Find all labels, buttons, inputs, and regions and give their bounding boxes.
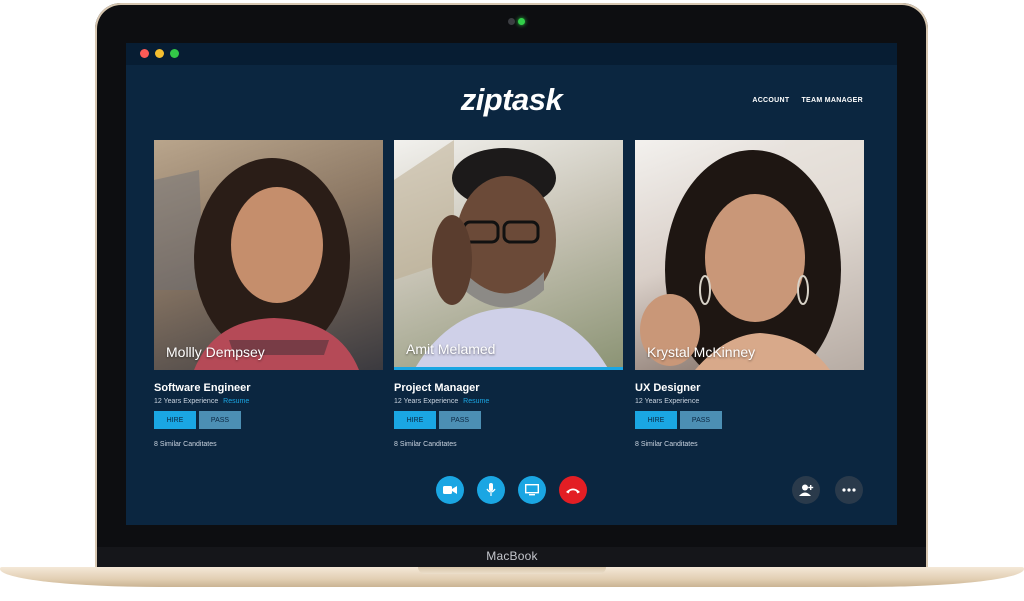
screen-share-icon bbox=[525, 484, 539, 496]
candidate-video[interactable]: Mollly Dempsey bbox=[154, 140, 383, 370]
candidate-card: Amit Melamed Project Manager 12 Years Ex… bbox=[394, 140, 623, 448]
candidate-role: Software Engineer bbox=[154, 382, 251, 394]
hire-button[interactable]: HIRE bbox=[635, 411, 677, 429]
resume-link[interactable]: Resume bbox=[463, 398, 489, 405]
candidate-video[interactable]: Krystal McKinney bbox=[635, 140, 864, 370]
add-participant-button[interactable] bbox=[792, 476, 820, 504]
webcam-indicator bbox=[518, 18, 525, 25]
window-close-button[interactable] bbox=[140, 49, 149, 58]
microphone-toggle-button[interactable] bbox=[477, 476, 505, 504]
candidate-role: UX Designer bbox=[635, 382, 701, 394]
video-toggle-button[interactable] bbox=[436, 476, 464, 504]
candidate-card: Krystal McKinney UX Designer 12 Years Ex… bbox=[635, 140, 864, 448]
candidate-experience: 12 Years Experience bbox=[635, 398, 700, 405]
similar-candidates-link[interactable]: 8 Similar Canditates bbox=[635, 441, 864, 448]
candidate-role: Project Manager bbox=[394, 382, 480, 394]
end-call-icon bbox=[566, 488, 580, 494]
webcam bbox=[508, 18, 515, 25]
candidate-video[interactable]: Amit Melamed bbox=[394, 140, 623, 370]
resume-link[interactable]: Resume bbox=[223, 398, 249, 405]
screen-share-button[interactable] bbox=[518, 476, 546, 504]
end-call-button[interactable] bbox=[559, 476, 587, 504]
window-titlebar bbox=[126, 43, 897, 65]
candidate-photo bbox=[640, 140, 864, 370]
candidate-experience: 12 Years Experience bbox=[154, 398, 219, 405]
candidate-photo bbox=[154, 158, 359, 370]
similar-candidates-link[interactable]: 8 Similar Canditates bbox=[394, 441, 623, 448]
candidate-experience-line: 12 Years Experience bbox=[635, 398, 864, 405]
pass-button[interactable]: PASS bbox=[439, 411, 481, 429]
microphone-icon bbox=[486, 483, 496, 496]
pass-button[interactable]: PASS bbox=[680, 411, 722, 429]
similar-candidates-link[interactable]: 8 Similar Canditates bbox=[154, 441, 383, 448]
more-options-button[interactable] bbox=[835, 476, 863, 504]
candidate-experience-line: 12 Years Experience Resume bbox=[394, 398, 623, 405]
window-maximize-button[interactable] bbox=[170, 49, 179, 58]
pass-button[interactable]: PASS bbox=[199, 411, 241, 429]
candidate-experience: 12 Years Experience bbox=[394, 398, 459, 405]
more-options-icon bbox=[842, 488, 856, 492]
top-nav: ACCOUNT TEAM MANAGER bbox=[752, 97, 863, 104]
nav-account-link[interactable]: ACCOUNT bbox=[752, 97, 789, 104]
window-minimize-button[interactable] bbox=[155, 49, 164, 58]
candidate-card: Mollly Dempsey Software Engineer 12 Year… bbox=[154, 140, 383, 448]
candidate-name: Krystal McKinney bbox=[647, 344, 756, 360]
video-camera-icon bbox=[443, 486, 457, 494]
hire-button[interactable]: HIRE bbox=[154, 411, 196, 429]
laptop-notch bbox=[418, 567, 606, 574]
hire-button[interactable]: HIRE bbox=[394, 411, 436, 429]
candidate-actions: HIRE PASS bbox=[154, 411, 383, 429]
candidate-name: Amit Melamed bbox=[406, 341, 496, 357]
candidate-photo bbox=[394, 140, 608, 367]
candidate-actions: HIRE PASS bbox=[635, 411, 864, 429]
device-brand: MacBook bbox=[486, 549, 538, 563]
candidate-experience-line: 12 Years Experience Resume bbox=[154, 398, 383, 405]
add-person-icon bbox=[799, 484, 814, 496]
app-window: ziptask ACCOUNT TEAM MANAGER Mollly Demp… bbox=[126, 43, 897, 525]
nav-team-manager-link[interactable]: TEAM MANAGER bbox=[801, 97, 863, 104]
candidate-name: Mollly Dempsey bbox=[166, 344, 265, 360]
candidate-actions: HIRE PASS bbox=[394, 411, 623, 429]
